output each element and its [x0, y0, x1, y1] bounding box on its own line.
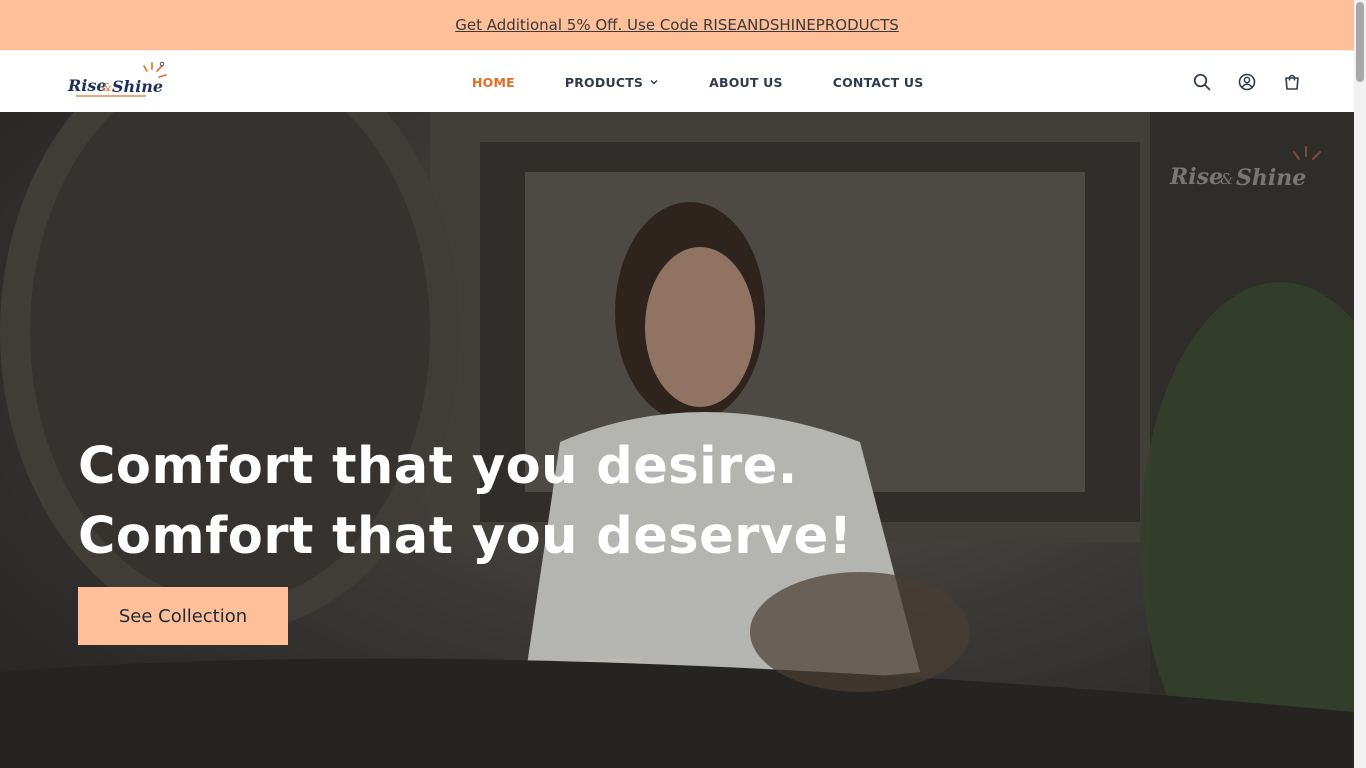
hero-headline-line2: Comfort that you deserve!	[78, 507, 853, 566]
nav-about-label: ABOUT US	[709, 74, 783, 90]
nav-home[interactable]: HOME	[472, 75, 515, 90]
svg-text:&: &	[102, 81, 112, 94]
nav-products-label: PRODUCTS	[564, 74, 644, 90]
main-nav: HOME PRODUCTS ABOUT US CONTACT US	[472, 51, 973, 113]
svg-text:Rise: Rise	[1169, 164, 1223, 190]
page-scrollbar[interactable]	[1354, 0, 1366, 768]
nav-products[interactable]: PRODUCTS	[565, 75, 659, 90]
brand-logo[interactable]: Rise & Shine	[66, 61, 172, 103]
svg-text:Rise: Rise	[67, 76, 107, 95]
announcement-bar: Get Additional 5% Off. Use Code RISEANDS…	[0, 0, 1354, 50]
header-icons	[1167, 51, 1302, 113]
brand-watermark: Rise & Shine	[1169, 146, 1321, 191]
hero-headline: Comfort that you desire. Comfort that yo…	[78, 432, 978, 572]
hero-headline-line1: Comfort that you desire.	[78, 437, 798, 496]
search-icon[interactable]	[1192, 72, 1212, 92]
svg-text:Shine: Shine	[1236, 165, 1306, 191]
svg-text:&: &	[1220, 170, 1233, 188]
nav-contact[interactable]: CONTACT US	[833, 75, 924, 90]
see-collection-button[interactable]: See Collection	[78, 587, 288, 645]
announcement-link[interactable]: Get Additional 5% Off. Use Code RISEANDS…	[455, 16, 899, 34]
nav-contact-label: CONTACT US	[832, 74, 924, 90]
cart-icon[interactable]	[1282, 72, 1302, 92]
nav-about[interactable]: ABOUT US	[709, 75, 783, 90]
site-header: Rise & Shine HOME PRODUCTS ABOUT US CONT…	[0, 50, 1354, 112]
account-icon[interactable]	[1237, 72, 1257, 92]
nav-home-label: HOME	[472, 74, 515, 90]
chevron-down-icon	[650, 80, 658, 85]
hero-banner: Rise & Shine Comfort that you desire. Co…	[0, 112, 1354, 768]
scrollbar-thumb[interactable]	[1356, 2, 1364, 82]
svg-text:Shine: Shine	[112, 77, 163, 96]
